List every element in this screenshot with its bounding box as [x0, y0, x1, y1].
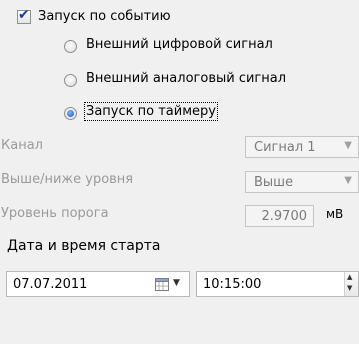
start-time-value: 10:15:00 [203, 277, 262, 292]
above-below-select[interactable]: Выше ▼ [245, 171, 359, 193]
trigger-by-event-label: Запуск по событию [38, 9, 171, 24]
start-datetime-label: Дата и время старта [7, 238, 161, 254]
calendar-icon[interactable] [155, 278, 169, 295]
chevron-down-icon: ▼ [344, 140, 352, 151]
radio-timer[interactable] [64, 107, 77, 120]
radio-external-analog-label[interactable]: Внешний аналоговый сигнал [86, 71, 286, 86]
radio-selected-dot [67, 110, 74, 117]
channel-value: Сигнал 1 [254, 140, 316, 155]
start-date-field[interactable]: 07.07.2011 ▼ [6, 271, 190, 297]
channel-select[interactable]: Сигнал 1 ▼ [245, 136, 359, 158]
chevron-down-icon: ▼ [344, 175, 352, 186]
above-below-value: Выше [254, 175, 294, 190]
spin-down-icon[interactable]: ▼ [347, 284, 352, 292]
threshold-value: 2.9700 [261, 209, 308, 224]
spin-up-icon[interactable]: ▲ [347, 273, 352, 281]
threshold-input[interactable]: 2.9700 [245, 205, 314, 227]
radio-timer-label[interactable]: Запуск по таймеру [84, 102, 218, 121]
threshold-label: Уровень порога [1, 206, 109, 221]
trigger-by-event-checkbox[interactable]: ✔ [17, 7, 31, 24]
time-spinner[interactable]: ▲ ▼ [344, 272, 358, 296]
above-below-label: Выше/ниже уровня [1, 172, 134, 187]
chevron-down-icon[interactable]: ▼ [173, 278, 180, 288]
threshold-unit: мВ [326, 207, 344, 221]
radio-external-analog[interactable] [64, 74, 77, 87]
checkmark-icon: ✔ [18, 7, 30, 23]
start-time-field[interactable]: 10:15:00 ▲ ▼ [196, 271, 359, 297]
channel-label: Канал [1, 138, 43, 153]
radio-external-digital[interactable] [64, 40, 77, 53]
radio-external-digital-label[interactable]: Внешний цифровой сигнал [86, 37, 273, 52]
start-date-value: 07.07.2011 [13, 277, 88, 292]
